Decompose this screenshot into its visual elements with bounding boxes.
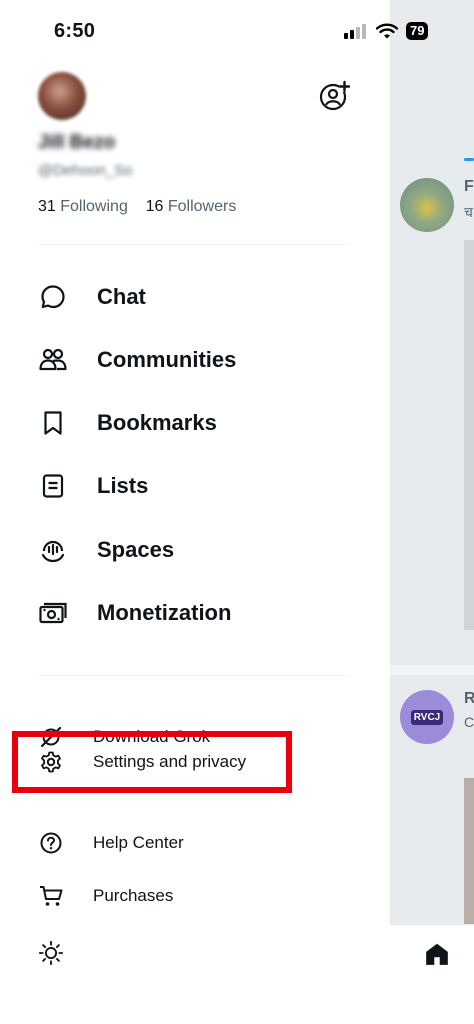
follow-stats: 31 Following 16 Followers <box>38 198 236 216</box>
menu-item-purchases[interactable]: Purchases <box>38 880 173 912</box>
bookmark-icon <box>38 408 68 438</box>
profile-name[interactable]: Jill Bezo <box>38 132 115 154</box>
menu-item-communities[interactable]: Communities <box>38 340 236 380</box>
tab-indicator <box>464 158 474 161</box>
post-text: च <box>464 204 473 220</box>
status-bar: 6:50 79 <box>0 0 474 60</box>
post-media[interactable] <box>464 778 474 928</box>
menu-label: Purchases <box>93 886 174 905</box>
menu-label: Communities <box>97 347 237 372</box>
post-avatar[interactable]: RVCJ <box>400 690 454 744</box>
avatar[interactable] <box>38 72 86 120</box>
signal-icon <box>344 24 366 39</box>
post-author: F <box>464 178 474 195</box>
followers-count: 16 <box>145 198 164 215</box>
avatar-text: RVCJ <box>410 709 444 725</box>
post-media[interactable] <box>464 240 474 630</box>
menu-label: Bookmarks <box>97 410 217 435</box>
followers-label: Followers <box>167 198 237 215</box>
following-count: 31 <box>38 198 56 215</box>
post-text: C <box>464 714 474 730</box>
menu-label: Lists <box>97 473 149 498</box>
following-link[interactable]: 31 Following <box>38 198 128 215</box>
status-icons: 79 <box>344 22 429 40</box>
feed-backdrop[interactable]: F च RVCJ R C <box>390 0 474 1024</box>
menu-item-bookmarks[interactable]: Bookmarks <box>38 403 217 443</box>
profile-handle: @Dehoon_So <box>38 162 133 179</box>
menu-label: Monetization <box>97 600 232 625</box>
communities-icon <box>38 345 68 375</box>
cart-icon <box>38 883 64 909</box>
feed-separator <box>390 665 474 675</box>
home-icon[interactable] <box>424 941 450 967</box>
monetization-icon <box>38 598 68 628</box>
menu-label: Spaces <box>97 537 175 562</box>
help-icon <box>38 830 64 856</box>
menu-item-lists[interactable]: Lists <box>38 466 148 506</box>
menu-label: Help Center <box>93 833 184 852</box>
post-avatar[interactable] <box>400 178 454 232</box>
sun-icon <box>38 940 64 966</box>
list-icon <box>38 471 68 501</box>
divider <box>38 244 350 245</box>
following-label: Following <box>60 198 128 215</box>
side-drawer: Jill Bezo @Dehoon_So 31 Following 16 Fol… <box>0 0 390 1024</box>
chat-icon <box>38 282 68 312</box>
divider <box>38 675 350 676</box>
followers-link[interactable]: 16 Followers <box>146 198 237 215</box>
menu-label: Chat <box>97 284 146 309</box>
menu-item-spaces[interactable]: Spaces <box>38 530 174 570</box>
menu-item-chat[interactable]: Chat <box>38 277 146 317</box>
post-author: R <box>464 690 474 707</box>
battery-indicator: 79 <box>406 22 429 40</box>
wifi-icon <box>376 23 398 39</box>
add-account-icon[interactable] <box>318 80 350 112</box>
theme-toggle[interactable] <box>38 937 64 969</box>
menu-item-help-center[interactable]: Help Center <box>38 827 184 859</box>
menu-item-monetization[interactable]: Monetization <box>38 593 231 633</box>
bottom-nav-bar <box>390 924 474 1024</box>
highlight-box <box>12 731 292 793</box>
status-time: 6:50 <box>54 20 96 42</box>
spaces-icon <box>38 535 68 565</box>
